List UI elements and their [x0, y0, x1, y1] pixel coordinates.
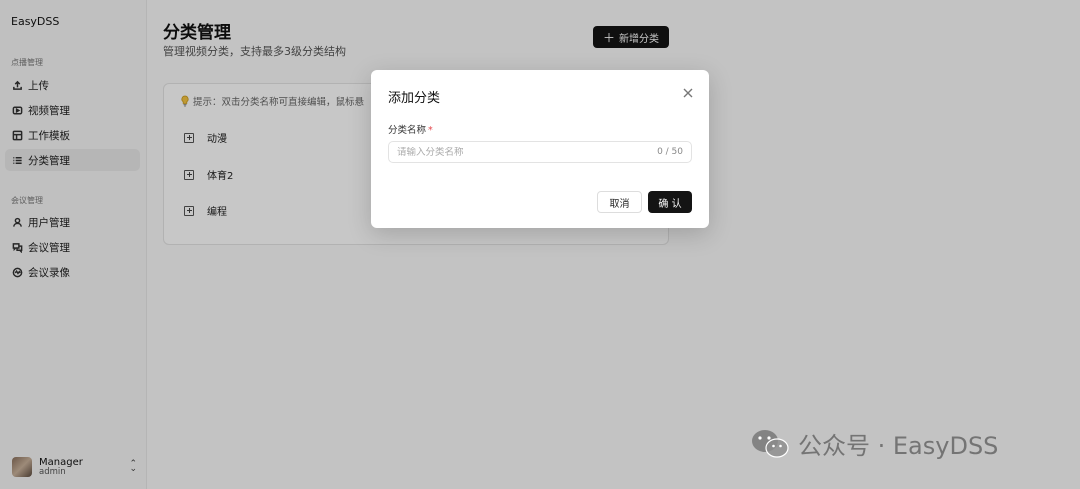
watermark-text: 公众号 · EasyDSS — [798, 432, 999, 460]
dialog-title: 添加分类 — [388, 91, 441, 106]
add-category-dialog: 添加分类 分类名称* 0 / 50 取消 确 认 — [371, 70, 709, 228]
char-counter: 0 / 50 — [657, 147, 683, 157]
cancel-button[interactable]: 取消 — [597, 191, 642, 213]
field-label-text: 分类名称 — [388, 125, 427, 136]
confirm-button[interactable]: 确 认 — [648, 191, 692, 213]
watermark: 公众号 · EasyDSS — [750, 426, 998, 461]
field-label: 分类名称 * — [388, 122, 433, 136]
close-icon[interactable] — [682, 84, 694, 98]
category-name-field[interactable]: 0 / 50 — [388, 141, 692, 163]
required-mark: * — [428, 125, 433, 136]
category-name-input[interactable] — [397, 146, 658, 158]
wechat-icon — [752, 429, 789, 458]
